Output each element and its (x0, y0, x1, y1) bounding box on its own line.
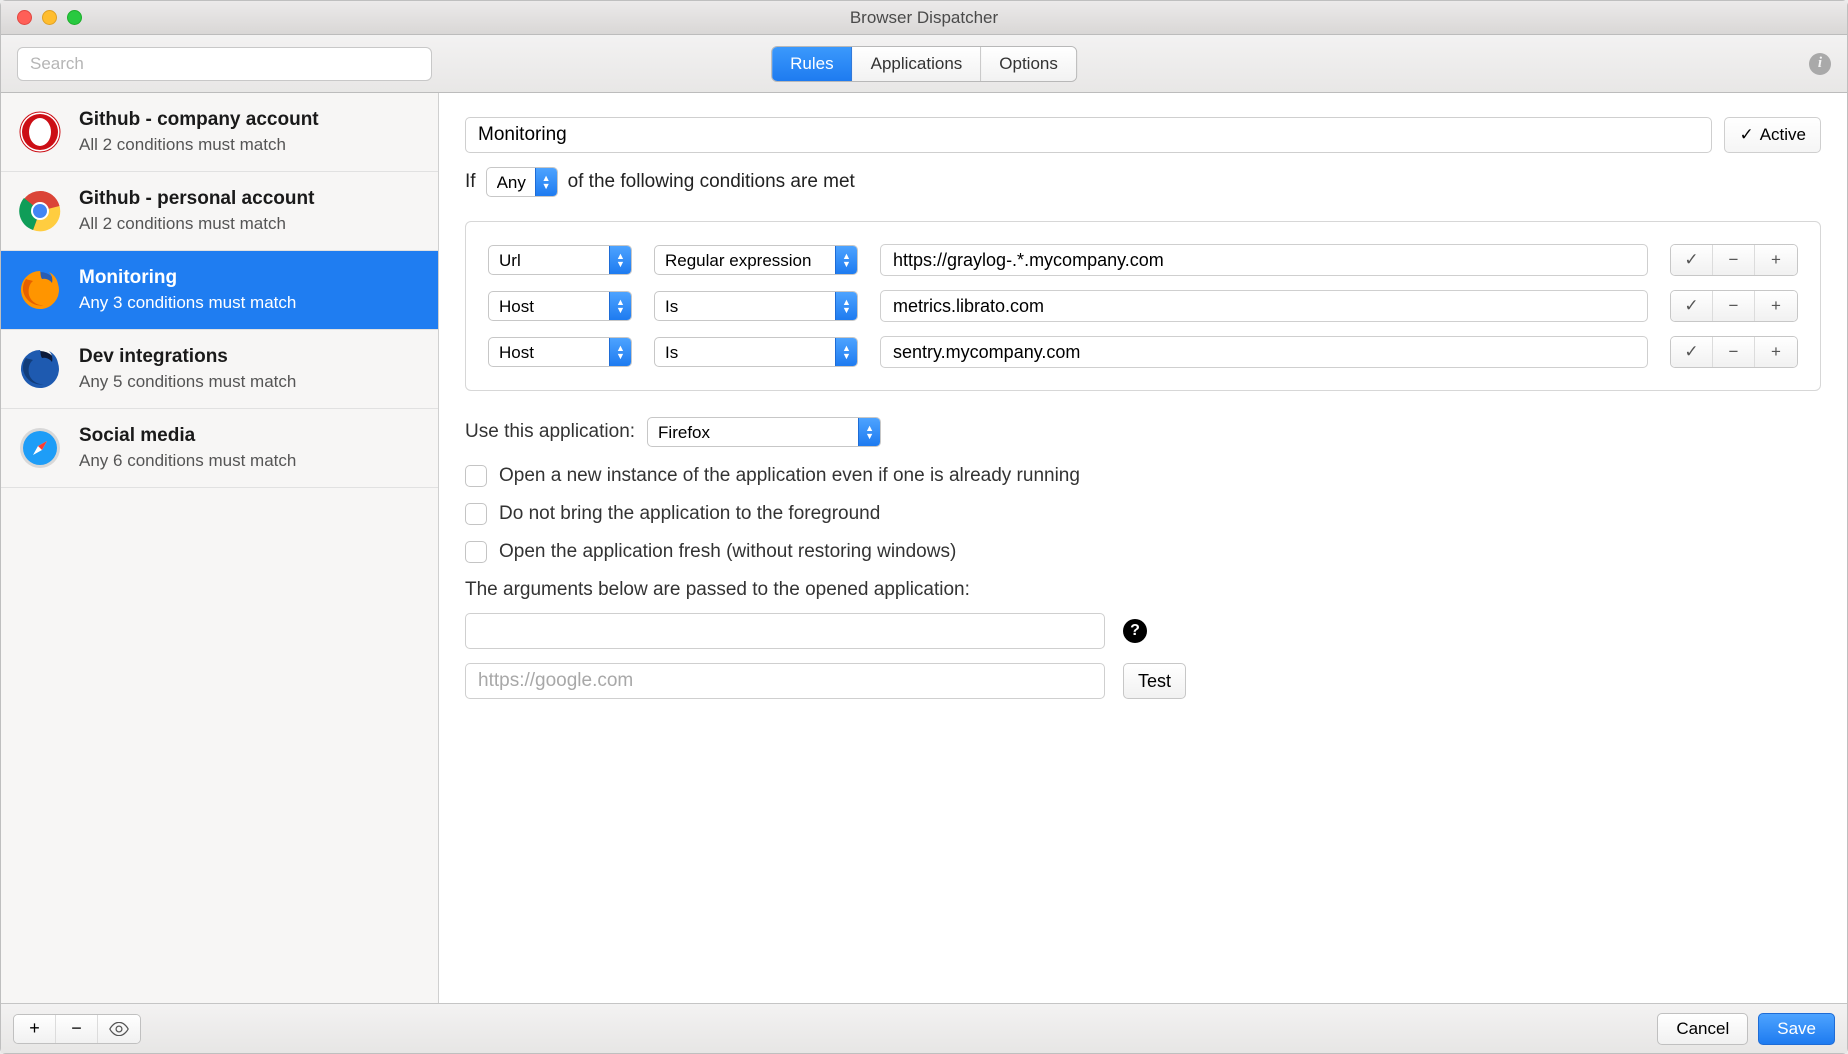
condition-field-select[interactable]: Host ▲▼ (488, 337, 632, 367)
sentence-suffix: of the following conditions are met (568, 171, 855, 193)
tab-segmented-control: Rules Applications Options (771, 46, 1077, 82)
sentence-prefix: If (465, 171, 476, 193)
condition-row: Host ▲▼ Is ▲▼ ✓ − + (488, 290, 1798, 322)
bottom-bar: + − Cancel Save (1, 1003, 1847, 1053)
remove-condition-button[interactable]: − (1713, 245, 1755, 275)
active-label: Active (1760, 125, 1806, 145)
condition-row-buttons: ✓ − + (1670, 290, 1798, 322)
add-condition-button[interactable]: + (1755, 245, 1797, 275)
sidebar-item-social-media[interactable]: Social media Any 6 conditions must match (1, 409, 438, 488)
sidebar-item-github-company[interactable]: Github - company account All 2 condition… (1, 93, 438, 172)
rule-name-input[interactable] (465, 117, 1712, 153)
rule-subtitle: Any 3 conditions must match (79, 293, 296, 313)
chevron-updown-icon: ▲▼ (835, 246, 857, 274)
condition-row: Host ▲▼ Is ▲▼ ✓ − + (488, 336, 1798, 368)
rule-subtitle: All 2 conditions must match (79, 135, 319, 155)
chrome-icon (19, 190, 61, 232)
rule-subtitle: All 2 conditions must match (79, 214, 314, 234)
add-rule-button[interactable]: + (14, 1015, 56, 1043)
condition-operator-select[interactable]: Regular expression ▲▼ (654, 245, 858, 275)
condition-row-buttons: ✓ − + (1670, 336, 1798, 368)
test-url-input[interactable] (465, 663, 1105, 699)
arguments-label: The arguments below are passed to the op… (465, 579, 1821, 601)
preview-button[interactable] (98, 1015, 140, 1043)
window-title: Browser Dispatcher (1, 8, 1847, 28)
test-button[interactable]: Test (1123, 663, 1186, 699)
check-icon: ✓ (1739, 125, 1753, 145)
rule-subtitle: Any 6 conditions must match (79, 451, 296, 471)
info-icon[interactable]: i (1809, 53, 1831, 75)
sidebar: Github - company account All 2 condition… (1, 93, 439, 1003)
chevron-updown-icon: ▲▼ (609, 246, 631, 274)
rule-name: Dev integrations (79, 346, 296, 368)
sidebar-item-monitoring[interactable]: Monitoring Any 3 conditions must match (1, 251, 438, 330)
sidebar-item-dev-integrations[interactable]: Dev integrations Any 5 conditions must m… (1, 330, 438, 409)
sidebar-item-github-personal[interactable]: Github - personal account All 2 conditio… (1, 172, 438, 251)
remove-condition-button[interactable]: − (1713, 337, 1755, 367)
firefox-icon (19, 269, 61, 311)
titlebar: Browser Dispatcher (1, 1, 1847, 35)
checkbox-label: Open the application fresh (without rest… (499, 541, 956, 563)
application-select[interactable]: Firefox ▲▼ (647, 417, 881, 447)
active-toggle[interactable]: ✓ Active (1724, 117, 1821, 153)
condition-value-input[interactable] (880, 244, 1648, 276)
condition-field-select[interactable]: Host ▲▼ (488, 291, 632, 321)
chevron-updown-icon: ▲▼ (609, 338, 631, 366)
add-condition-button[interactable]: + (1755, 291, 1797, 321)
rule-name: Social media (79, 425, 296, 447)
toggle-condition-button[interactable]: ✓ (1671, 291, 1713, 321)
conditions-box: Url ▲▼ Regular expression ▲▼ ✓ − + Host (465, 221, 1821, 391)
condition-value-input[interactable] (880, 336, 1648, 368)
checkbox-no-foreground[interactable] (465, 503, 487, 525)
remove-rule-button[interactable]: − (56, 1015, 98, 1043)
toolbar: Rules Applications Options i (1, 35, 1847, 93)
condition-operator-select[interactable]: Is ▲▼ (654, 337, 858, 367)
toggle-condition-button[interactable]: ✓ (1671, 245, 1713, 275)
condition-value-input[interactable] (880, 290, 1648, 322)
chevron-updown-icon: ▲▼ (535, 168, 557, 196)
search-input[interactable] (17, 47, 432, 81)
chevron-updown-icon: ▲▼ (835, 292, 857, 320)
checkbox-label: Open a new instance of the application e… (499, 465, 1080, 487)
tab-applications[interactable]: Applications (853, 47, 982, 81)
condition-field-select[interactable]: Url ▲▼ (488, 245, 632, 275)
detail-pane: ✓ Active If Any ▲▼ of the following cond… (439, 93, 1847, 1003)
save-button[interactable]: Save (1758, 1013, 1835, 1045)
eye-icon (109, 1022, 129, 1036)
remove-condition-button[interactable]: − (1713, 291, 1755, 321)
sidebar-controls: + − (13, 1014, 141, 1044)
checkbox-new-instance[interactable] (465, 465, 487, 487)
condition-row-buttons: ✓ − + (1670, 244, 1798, 276)
arguments-input[interactable] (465, 613, 1105, 649)
use-application-label: Use this application: (465, 421, 635, 443)
firefox-dev-icon (19, 348, 61, 390)
chevron-updown-icon: ▲▼ (609, 292, 631, 320)
tab-rules[interactable]: Rules (772, 47, 852, 81)
toggle-condition-button[interactable]: ✓ (1671, 337, 1713, 367)
rule-list: Github - company account All 2 condition… (1, 93, 438, 1003)
opera-icon (19, 111, 61, 153)
chevron-updown-icon: ▲▼ (835, 338, 857, 366)
tab-options[interactable]: Options (981, 47, 1076, 81)
checkbox-label: Do not bring the application to the fore… (499, 503, 880, 525)
condition-row: Url ▲▼ Regular expression ▲▼ ✓ − + (488, 244, 1798, 276)
match-mode-select[interactable]: Any ▲▼ (486, 167, 558, 197)
rule-name: Github - personal account (79, 188, 314, 210)
chevron-updown-icon: ▲▼ (858, 418, 880, 446)
rule-subtitle: Any 5 conditions must match (79, 372, 296, 392)
cancel-button[interactable]: Cancel (1657, 1013, 1748, 1045)
add-condition-button[interactable]: + (1755, 337, 1797, 367)
rule-name: Monitoring (79, 267, 296, 289)
condition-operator-select[interactable]: Is ▲▼ (654, 291, 858, 321)
checkbox-open-fresh[interactable] (465, 541, 487, 563)
help-icon[interactable]: ? (1123, 619, 1147, 643)
rule-name: Github - company account (79, 109, 319, 131)
safari-icon (19, 427, 61, 469)
